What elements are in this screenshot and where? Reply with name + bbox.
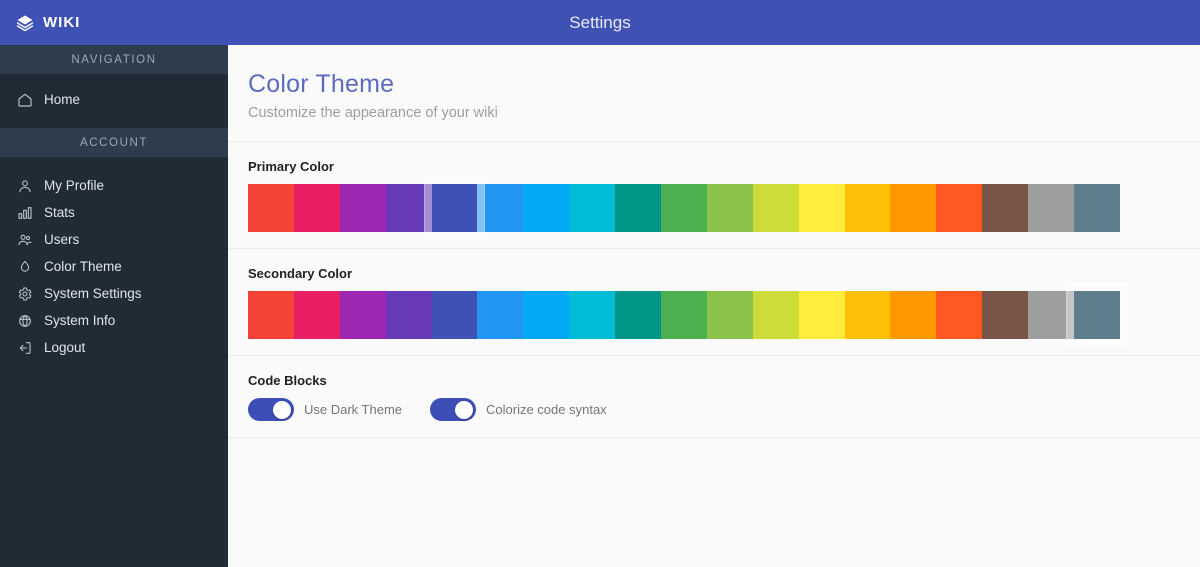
primary-color-swatch[interactable]	[1028, 184, 1075, 232]
sidebar-item-color-theme[interactable]: Color Theme	[0, 253, 228, 280]
secondary-color-swatch[interactable]	[569, 291, 616, 339]
sidebar-item-label: System Settings	[44, 286, 142, 301]
code-blocks-label: Code Blocks	[248, 373, 327, 388]
toggle-knob	[455, 400, 474, 419]
primary-color-swatch[interactable]	[844, 184, 891, 232]
primary-color-swatch[interactable]	[982, 184, 1029, 232]
secondary-color-section: Secondary Color	[228, 249, 1200, 356]
code-blocks-toggles: Use Dark Theme Colorize code syntax	[248, 398, 1200, 421]
sidebar-item-label: Home	[44, 92, 81, 107]
page-subtitle: Customize the appearance of your wiki	[248, 105, 498, 121]
page-title: Color Theme	[248, 70, 395, 98]
sidebar-section-navigation: NAVIGATION	[0, 45, 228, 74]
primary-color-swatch[interactable]	[615, 184, 662, 232]
sidebar-item-label: Logout	[44, 340, 86, 355]
page-header: Color Theme Customize the appearance of …	[228, 45, 1200, 142]
top-bar: WIKI Settings	[0, 0, 1200, 45]
primary-color-swatch[interactable]	[661, 184, 707, 232]
bar-chart-icon	[17, 205, 33, 221]
secondary-color-swatch[interactable]	[936, 291, 983, 339]
primary-color-swatch[interactable]	[248, 184, 294, 232]
primary-color-swatch[interactable]	[293, 184, 340, 232]
logout-icon	[17, 340, 33, 356]
secondary-color-swatch[interactable]	[339, 291, 386, 339]
primary-color-swatch[interactable]	[423, 176, 486, 240]
secondary-color-swatch[interactable]	[431, 291, 478, 339]
use-dark-theme-toggle[interactable]	[248, 398, 294, 421]
sidebar-item-system-info[interactable]: System Info	[0, 307, 228, 334]
sidebar-item-home[interactable]: Home	[0, 86, 228, 113]
sidebar-item-label: Color Theme	[44, 259, 122, 274]
secondary-color-swatch[interactable]	[752, 291, 799, 339]
secondary-color-swatch[interactable]	[1066, 283, 1128, 347]
primary-color-swatch[interactable]	[569, 184, 616, 232]
secondary-color-swatch[interactable]	[385, 291, 432, 339]
primary-color-swatch[interactable]	[1074, 184, 1120, 232]
secondary-color-label: Secondary Color	[248, 266, 353, 281]
secondary-color-swatch[interactable]	[523, 291, 570, 339]
sidebar-account-list: My Profile Stats Users Color Theme Syste…	[0, 172, 228, 361]
secondary-color-swatch[interactable]	[844, 291, 891, 339]
secondary-color-swatch[interactable]	[706, 291, 753, 339]
primary-color-section: Primary Color	[228, 142, 1200, 249]
brand-text: WIKI	[43, 14, 81, 31]
primary-color-swatch-selected-fill	[431, 184, 478, 232]
toggle-group-colorize-syntax: Colorize code syntax	[430, 398, 607, 421]
users-icon	[17, 232, 33, 248]
sidebar-item-users[interactable]: Users	[0, 226, 228, 253]
main-content: Color Theme Customize the appearance of …	[228, 45, 1200, 567]
primary-color-swatch[interactable]	[477, 184, 524, 232]
secondary-color-swatch[interactable]	[477, 291, 524, 339]
secondary-color-swatch-selected-fill	[1074, 291, 1120, 339]
primary-color-swatch[interactable]	[752, 184, 799, 232]
primary-color-swatch[interactable]	[385, 184, 432, 232]
sidebar-item-my-profile[interactable]: My Profile	[0, 172, 228, 199]
sidebar-nav-list: Home	[0, 86, 228, 113]
secondary-color-swatches[interactable]	[248, 283, 1128, 347]
use-dark-theme-label: Use Dark Theme	[304, 402, 403, 417]
toggle-knob	[273, 400, 291, 419]
secondary-color-swatch[interactable]	[293, 291, 340, 339]
sidebar-item-logout[interactable]: Logout	[0, 334, 228, 361]
sidebar-filler	[0, 361, 228, 567]
primary-color-swatch[interactable]	[339, 184, 386, 232]
brand-logo[interactable]: WIKI	[0, 0, 228, 45]
sidebar-item-label: Users	[44, 232, 80, 247]
sidebar-item-label: Stats	[44, 205, 75, 220]
primary-color-swatch[interactable]	[798, 184, 845, 232]
sidebar-item-system-settings[interactable]: System Settings	[0, 280, 228, 307]
primary-color-swatch[interactable]	[890, 184, 937, 232]
gear-icon	[17, 286, 33, 302]
secondary-color-swatch[interactable]	[982, 291, 1029, 339]
sidebar-section-account: ACCOUNT	[0, 128, 228, 157]
secondary-color-swatch[interactable]	[798, 291, 845, 339]
home-icon	[17, 92, 33, 108]
sidebar-item-stats[interactable]: Stats	[0, 199, 228, 226]
body-row: NAVIGATION Home ACCOUNT My Profile Stats…	[0, 45, 1200, 567]
secondary-color-swatch[interactable]	[890, 291, 937, 339]
droplet-icon	[17, 259, 33, 275]
code-blocks-section: Code Blocks Use Dark Theme Colorize code…	[228, 356, 1200, 438]
user-icon	[17, 178, 33, 194]
layers-icon	[16, 14, 34, 32]
sidebar-item-label: My Profile	[44, 178, 105, 193]
secondary-color-swatch[interactable]	[1028, 291, 1075, 339]
info-globe-icon	[17, 313, 33, 329]
sidebar: NAVIGATION Home ACCOUNT My Profile Stats…	[0, 45, 228, 567]
primary-color-swatch[interactable]	[706, 184, 753, 232]
secondary-color-swatch[interactable]	[248, 291, 294, 339]
primary-color-swatch[interactable]	[523, 184, 570, 232]
secondary-color-swatch[interactable]	[661, 291, 707, 339]
colorize-code-syntax-toggle[interactable]	[430, 398, 477, 421]
secondary-color-swatch[interactable]	[615, 291, 662, 339]
primary-color-swatch[interactable]	[936, 184, 983, 232]
settings-window: WIKI Settings NAVIGATION Home ACCOUNT My…	[0, 0, 1200, 567]
primary-color-label: Primary Color	[248, 159, 334, 174]
primary-color-swatches[interactable]	[248, 176, 1120, 240]
main-filler	[228, 438, 1200, 567]
sidebar-item-label: System Info	[44, 313, 116, 328]
colorize-code-syntax-label: Colorize code syntax	[486, 402, 607, 417]
toggle-group-dark-theme: Use Dark Theme	[248, 398, 402, 421]
